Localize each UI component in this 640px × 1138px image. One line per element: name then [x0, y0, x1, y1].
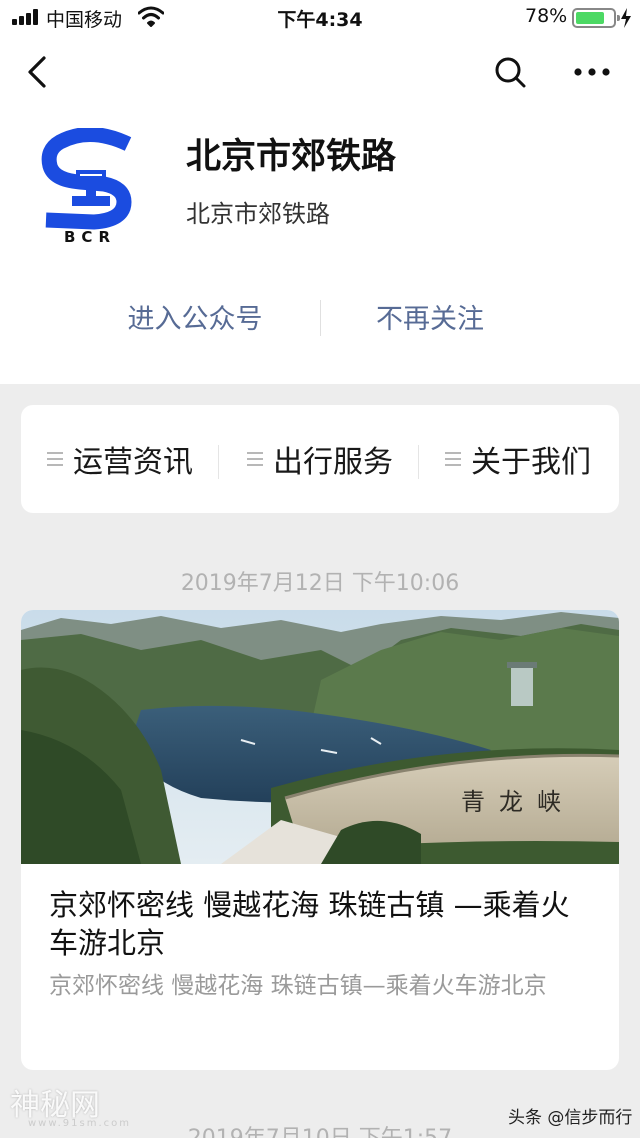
- unfollow-button[interactable]: 不再关注: [330, 298, 530, 342]
- menu-divider: [418, 445, 419, 479]
- account-menu: 运营资讯 出行服务 关于我们: [21, 405, 619, 513]
- account-name: 北京市郊铁路: [186, 137, 397, 177]
- menu-item-label: 运营资讯: [73, 445, 193, 480]
- watermark-left-url: www.91sm.com: [28, 1118, 132, 1129]
- article-title: 京郊怀密线 慢越花海 珠链古镇 —乘着火车游北京: [49, 888, 570, 960]
- menu-list-icon: [445, 452, 461, 466]
- account-logo: BCR: [41, 128, 132, 246]
- article-digest: 京郊怀密线 慢越花海 珠链古镇—乘着火车游北京: [49, 973, 547, 999]
- battery-icon: [572, 8, 620, 28]
- menu-item-travel[interactable]: 出行服务: [247, 405, 393, 513]
- menu-item-label: 出行服务: [273, 445, 393, 480]
- article-card[interactable]: 青龙峡 京郊怀密线 慢越花海 珠链古镇 —乘着火车游北京 京郊怀密线 慢越花海 …: [21, 610, 619, 1070]
- watermark-right: 头条 @信步而行: [508, 1108, 633, 1128]
- account-header: 中国移动 下午4:34 78% BCR 北京市郊铁路 北京市郊铁路 进入公众号 …: [0, 0, 640, 384]
- menu-item-label: 关于我们: [471, 445, 591, 480]
- search-icon[interactable]: [490, 52, 530, 92]
- back-icon[interactable]: [22, 52, 58, 92]
- status-bar: 中国移动 下午4:34 78%: [0, 0, 640, 36]
- logo-text: BCR: [64, 228, 116, 246]
- menu-divider: [218, 445, 219, 479]
- charging-icon: [621, 8, 631, 28]
- feed-timestamp: 2019年7月12日 下午10:06: [180, 571, 460, 596]
- menu-item-operations[interactable]: 运营资讯: [47, 405, 193, 513]
- cover-sign-text: 青龙峡: [461, 788, 575, 816]
- menu-list-icon: [247, 452, 263, 466]
- menu-list-icon: [47, 452, 63, 466]
- article-cover-image: 青龙峡: [21, 610, 619, 864]
- menu-item-about[interactable]: 关于我们: [445, 405, 591, 513]
- account-subtitle: 北京市郊铁路: [186, 200, 330, 228]
- enter-account-button[interactable]: 进入公众号: [80, 298, 310, 342]
- action-divider: [320, 300, 321, 336]
- battery-percent: 78%: [525, 5, 568, 27]
- more-icon[interactable]: [570, 52, 614, 92]
